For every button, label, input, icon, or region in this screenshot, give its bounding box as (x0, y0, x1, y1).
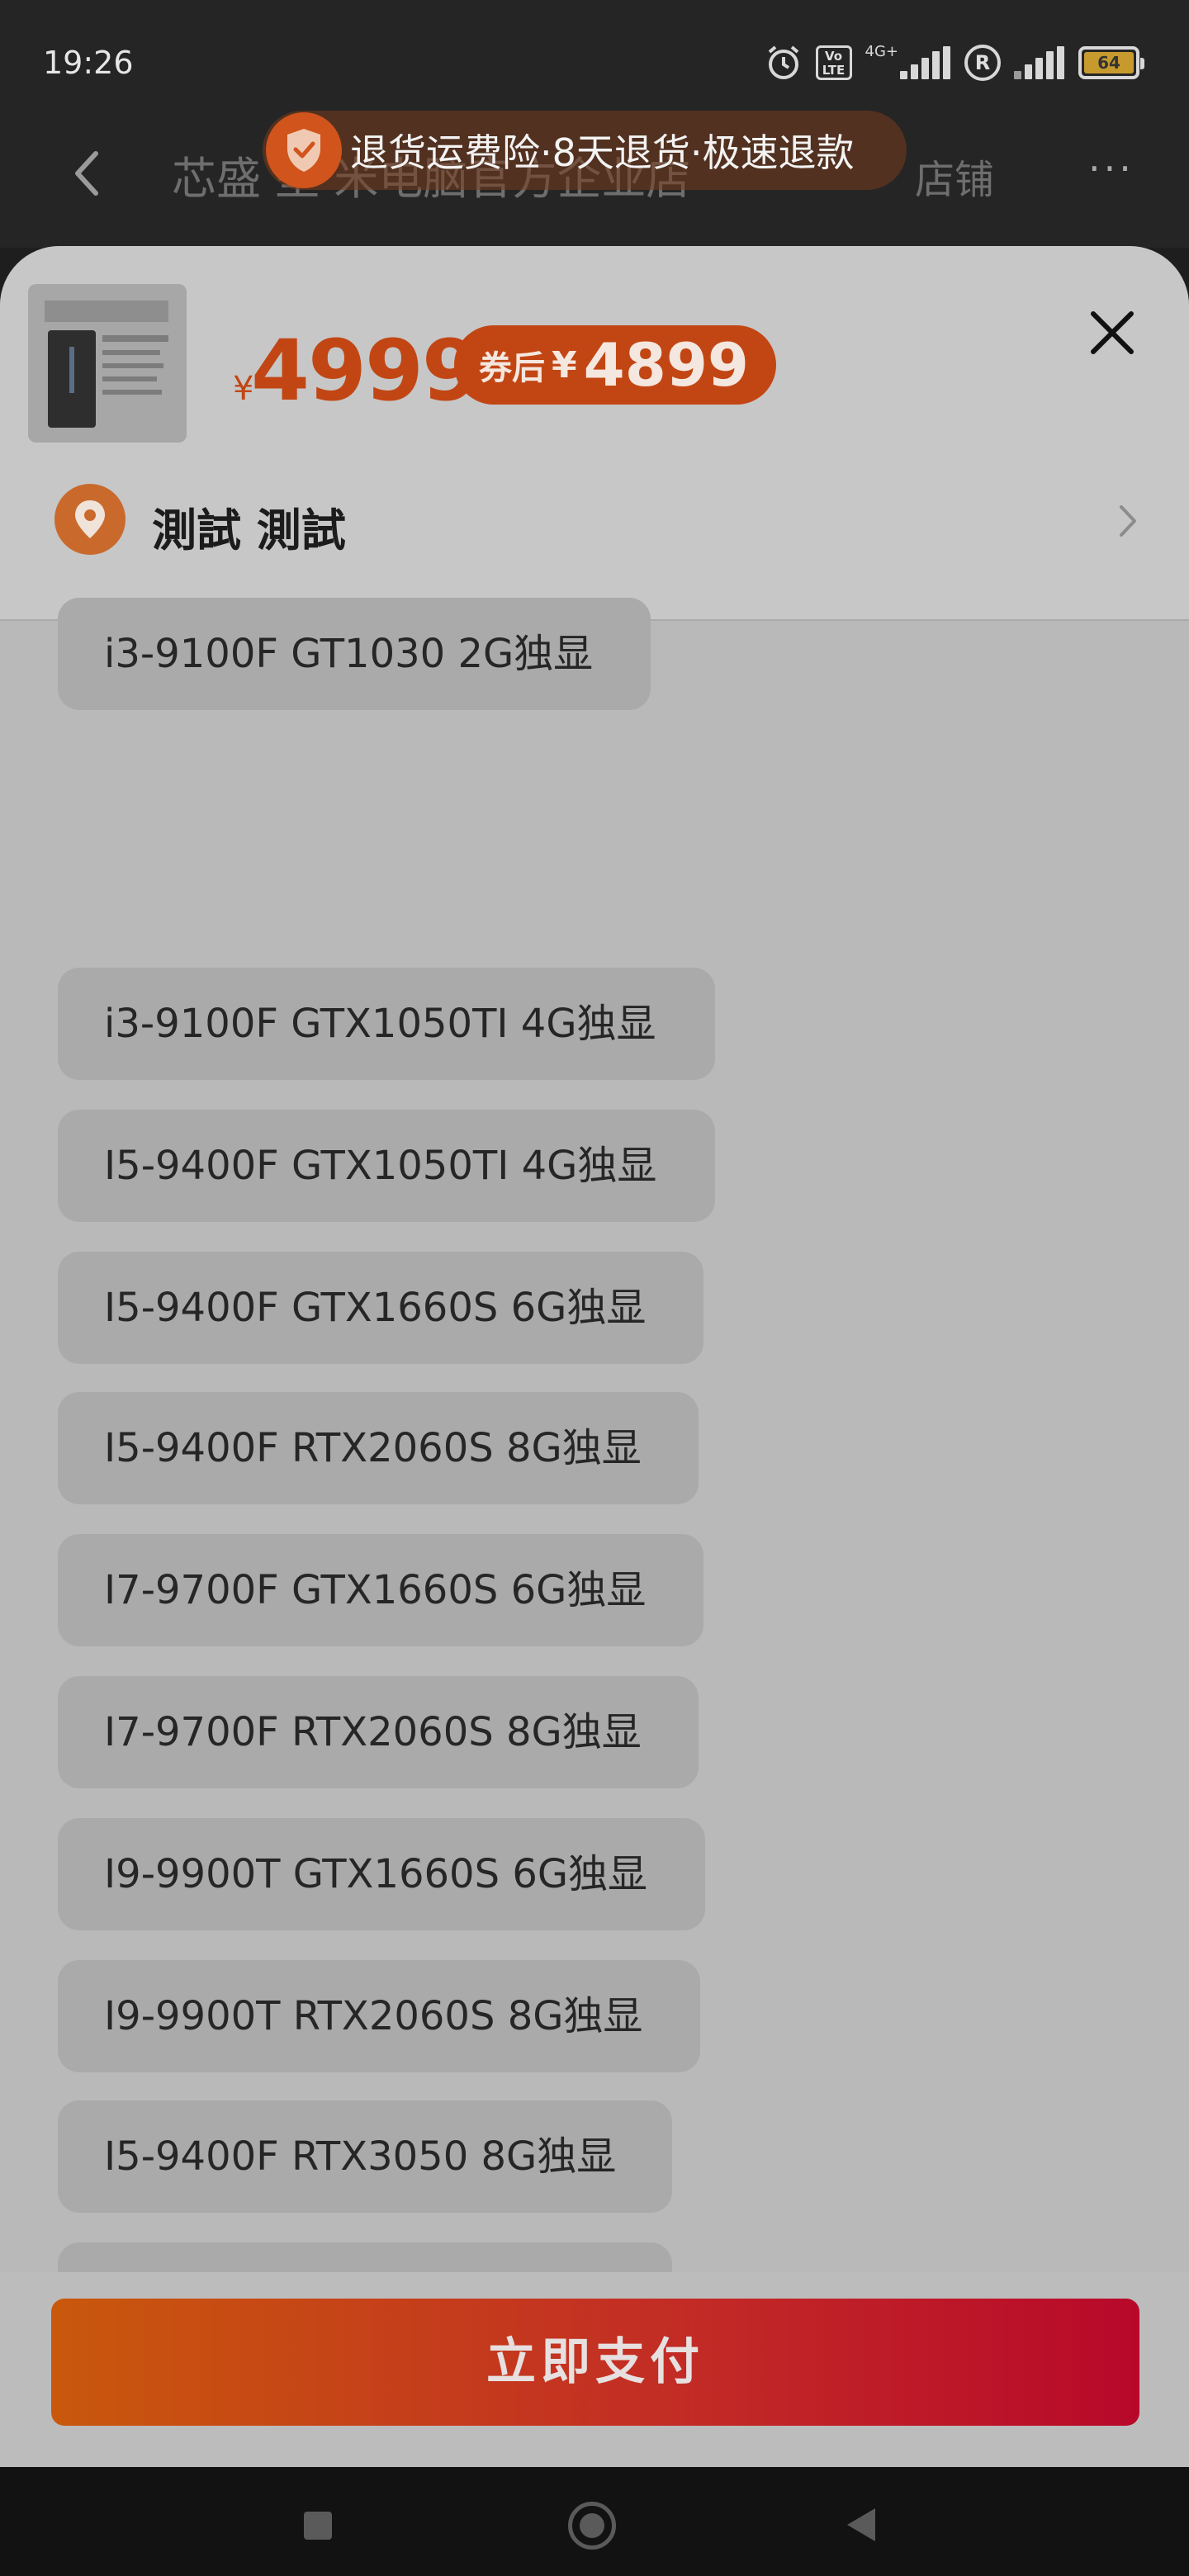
clock: 19:26 (43, 45, 134, 81)
buy-bar: 立即支付 (0, 2272, 1189, 2467)
signal-2-icon (1014, 46, 1065, 79)
pay-now-button[interactable]: 立即支付 (51, 2299, 1139, 2426)
shield-check-icon (266, 112, 342, 188)
alarm-icon (768, 45, 798, 79)
status-bar: 19:26 Vo LTE 4G+ R 64 (0, 0, 1189, 124)
chevron-right-icon (1120, 505, 1136, 537)
store-link[interactable]: 店铺 (915, 147, 994, 205)
volte-icon: Vo LTE (815, 45, 852, 80)
sku-option[interactable]: I9-9900T RTX2060S 8G独显 (58, 1960, 700, 2072)
home-icon[interactable] (568, 2502, 616, 2550)
return-policy-banner: 退货运费险·8天退货·极速退款 (263, 111, 907, 190)
roaming-icon: R (964, 45, 1001, 81)
coupon-label: 券后 (479, 349, 545, 387)
signal-icon (900, 46, 951, 79)
nav-back-icon[interactable] (847, 2508, 875, 2541)
sku-option[interactable]: I5-9400F GTX1660S 6G独显 (58, 1252, 703, 1364)
sku-option[interactable]: I5-9400F RTX3050 8G独显 (58, 2100, 672, 2213)
sku-option-list: i3-9100F GT1030 2G独显 i3-9100F GTX1050TI 4… (18, 598, 1172, 2467)
sku-option[interactable]: I9-9900T GTX1660S 6G独显 (58, 1818, 705, 1930)
sku-option[interactable]: I7-9700F RTX2060S 8G独显 (58, 1676, 699, 1788)
product-thumbnail[interactable] (28, 284, 187, 443)
sku-option[interactable]: i3-9100F GTX1050TI 4G独显 (58, 968, 715, 1080)
recents-icon[interactable] (304, 2512, 332, 2540)
location-pin-icon (54, 484, 126, 555)
sku-option[interactable]: I5-9400F RTX2060S 8G独显 (58, 1392, 699, 1504)
sku-option[interactable]: i3-9100F GT1030 2G独显 (58, 598, 651, 710)
status-icons: Vo LTE 4G+ R 64 (765, 38, 1144, 88)
battery-icon: 64 (1078, 46, 1144, 79)
coupon-currency: ¥ (552, 343, 577, 386)
product-image (28, 284, 187, 443)
coupon-price-badge: 券后 ¥ 4899 (454, 325, 776, 405)
address-recipient-name: 測試 測試 (152, 504, 346, 556)
more-button[interactable]: ··· (1088, 149, 1154, 193)
battery-level: 64 (1084, 52, 1134, 73)
price-value: 4999 (251, 322, 481, 420)
sku-option[interactable]: I7-9700F GTX1660S 6G独显 (58, 1534, 703, 1646)
network-type-label: 4G+ (865, 42, 898, 60)
system-nav-bar (0, 2467, 1189, 2576)
return-policy-text: 退货运费险·8天退货·极速退款 (350, 130, 855, 175)
sku-option[interactable]: I5-9400F GTX1050TI 4G独显 (58, 1110, 715, 1222)
back-arrow-icon[interactable] (64, 149, 114, 198)
coupon-price: 4899 (583, 330, 750, 400)
sku-selection-sheet: ¥ 4999 券后 ¥ 4899 測試 測試 i3-9100F GT1030 2… (0, 246, 1189, 2467)
sheet-header: ¥ 4999 券后 ¥ 4899 測試 測試 (0, 246, 1189, 621)
address-row[interactable]: 測試 測試 (54, 479, 1144, 556)
close-icon[interactable] (1085, 305, 1139, 360)
